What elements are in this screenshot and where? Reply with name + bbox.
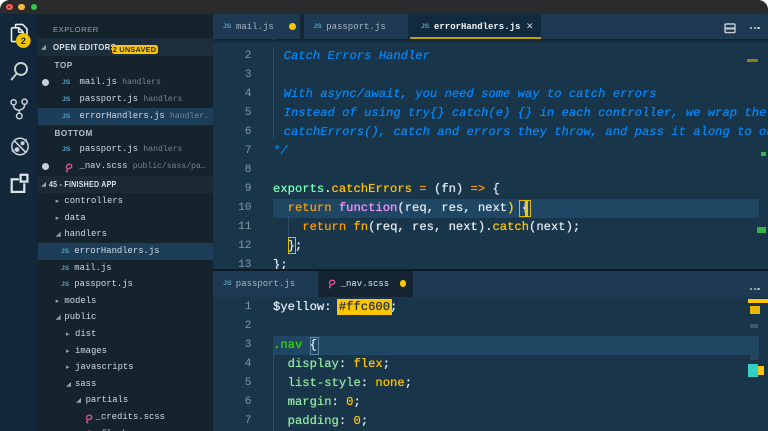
svg-text:2: 2 [21, 36, 26, 47]
